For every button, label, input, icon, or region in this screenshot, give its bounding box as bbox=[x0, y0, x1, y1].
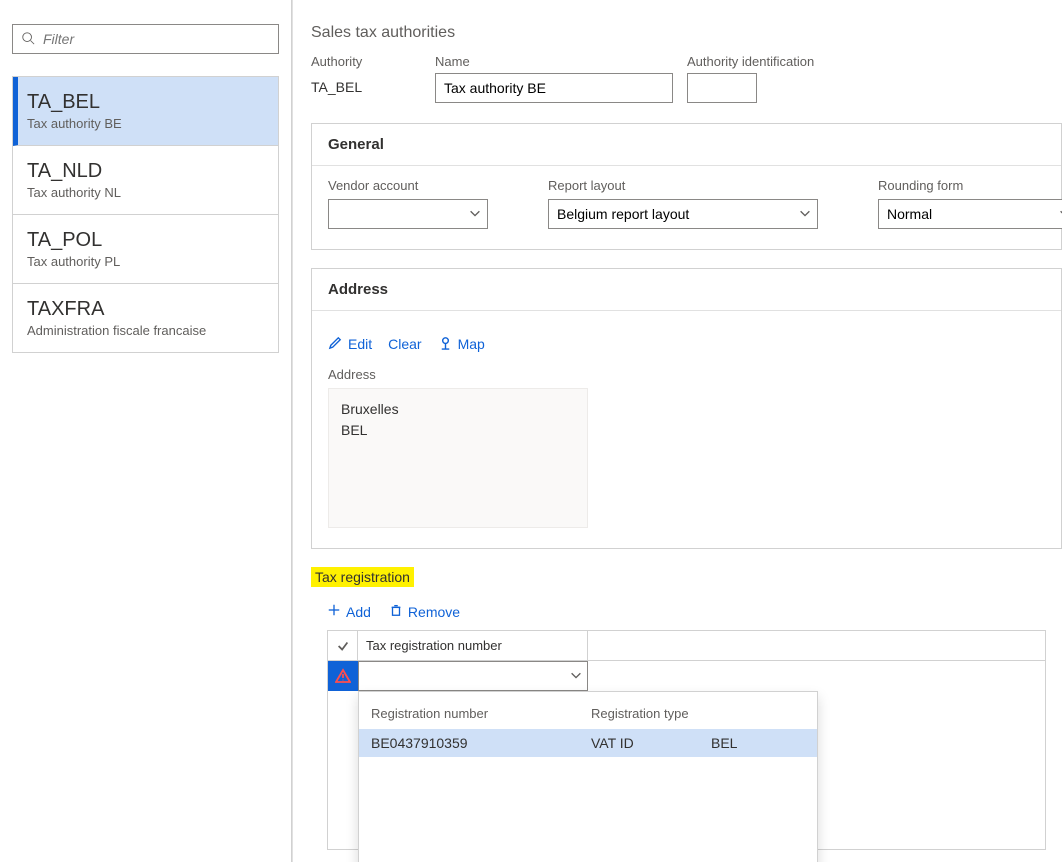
taxreg-cell[interactable] bbox=[358, 661, 588, 691]
filter-input[interactable] bbox=[41, 30, 270, 48]
authority-code: TA_BEL bbox=[27, 91, 264, 114]
name-input[interactable] bbox=[435, 73, 673, 103]
map-label: Map bbox=[458, 336, 485, 352]
add-label: Add bbox=[346, 604, 371, 620]
tax-registration-section: Tax registration Add Remove bbox=[311, 567, 1062, 850]
select-all-checkbox[interactable] bbox=[328, 631, 358, 660]
authority-code: TA_NLD bbox=[27, 160, 264, 183]
page-title: Sales tax authorities bbox=[311, 24, 1062, 42]
remove-label: Remove bbox=[408, 604, 460, 620]
chevron-down-icon bbox=[569, 668, 583, 685]
vendor-input[interactable] bbox=[328, 199, 488, 229]
authority-item[interactable]: TAXFRA Administration fiscale francaise bbox=[13, 284, 278, 352]
authid-input[interactable] bbox=[687, 73, 757, 103]
dd-regnumber: BE0437910359 bbox=[371, 735, 591, 751]
clear-label: Clear bbox=[388, 336, 421, 352]
authority-desc: Administration fiscale francaise bbox=[27, 323, 264, 338]
sidebar: TA_BEL Tax authority BE TA_NLD Tax autho… bbox=[0, 0, 292, 862]
map-button[interactable]: Map bbox=[438, 335, 485, 353]
address-line2: BEL bbox=[341, 420, 575, 441]
pencil-icon bbox=[328, 335, 343, 353]
report-select[interactable] bbox=[548, 199, 818, 229]
remove-button[interactable]: Remove bbox=[389, 603, 460, 620]
dd-col-regtype: Registration type bbox=[591, 706, 711, 721]
row-warning-indicator bbox=[328, 661, 358, 691]
authority-item[interactable]: TA_POL Tax authority PL bbox=[13, 215, 278, 284]
dd-regtype: VAT ID bbox=[591, 735, 711, 751]
map-pin-icon bbox=[438, 335, 453, 353]
trash-icon bbox=[389, 603, 403, 620]
dd-col-regnumber: Registration number bbox=[371, 706, 591, 721]
authority-code: TA_POL bbox=[27, 229, 264, 252]
rounding-label: Rounding form bbox=[878, 178, 1062, 193]
vendor-select[interactable] bbox=[328, 199, 488, 229]
authority-item[interactable]: TA_BEL Tax authority BE bbox=[13, 77, 278, 146]
search-icon bbox=[21, 31, 41, 48]
taxreg-number-input[interactable] bbox=[358, 661, 588, 691]
authority-list: TA_BEL Tax authority BE TA_NLD Tax autho… bbox=[12, 76, 279, 353]
header-fields: Authority TA_BEL Name Authority identifi… bbox=[311, 54, 1062, 103]
report-label: Report layout bbox=[548, 178, 818, 193]
address-header[interactable]: Address bbox=[312, 269, 1061, 311]
plus-icon bbox=[327, 603, 341, 620]
dropdown-option[interactable]: BE0437910359 VAT ID BEL bbox=[359, 729, 817, 757]
authority-label: Authority bbox=[311, 54, 421, 69]
tax-registration-grid: Tax registration number bbox=[327, 630, 1046, 850]
address-section: Address Edit Clear Map Address bbox=[311, 268, 1062, 549]
name-label: Name bbox=[435, 54, 673, 69]
edit-label: Edit bbox=[348, 336, 372, 352]
general-header[interactable]: General bbox=[312, 124, 1061, 166]
authority-desc: Tax authority NL bbox=[27, 185, 264, 200]
add-button[interactable]: Add bbox=[327, 603, 371, 620]
vendor-label: Vendor account bbox=[328, 178, 488, 193]
general-section: General Vendor account Report layout bbox=[311, 123, 1062, 250]
edit-button[interactable]: Edit bbox=[328, 335, 372, 353]
authority-value: TA_BEL bbox=[311, 73, 421, 95]
registration-number-dropdown[interactable]: Registration number Registration type BE… bbox=[358, 691, 818, 862]
address-field-label: Address bbox=[328, 367, 1045, 382]
address-display: Bruxelles BEL bbox=[328, 388, 588, 528]
rounding-select[interactable] bbox=[878, 199, 1062, 229]
column-header-taxreg[interactable]: Tax registration number bbox=[358, 631, 588, 660]
dd-country: BEL bbox=[711, 735, 805, 751]
address-line1: Bruxelles bbox=[341, 399, 575, 420]
authority-code: TAXFRA bbox=[27, 298, 264, 321]
authority-desc: Tax authority BE bbox=[27, 116, 264, 131]
clear-button[interactable]: Clear bbox=[388, 336, 421, 352]
main-panel: Sales tax authorities Authority TA_BEL N… bbox=[292, 0, 1062, 862]
report-input[interactable] bbox=[548, 199, 818, 229]
filter-box[interactable] bbox=[12, 24, 279, 54]
authority-desc: Tax authority PL bbox=[27, 254, 264, 269]
tax-registration-header[interactable]: Tax registration bbox=[311, 567, 414, 587]
authority-item[interactable]: TA_NLD Tax authority NL bbox=[13, 146, 278, 215]
rounding-input[interactable] bbox=[878, 199, 1062, 229]
authid-label: Authority identification bbox=[687, 54, 814, 69]
